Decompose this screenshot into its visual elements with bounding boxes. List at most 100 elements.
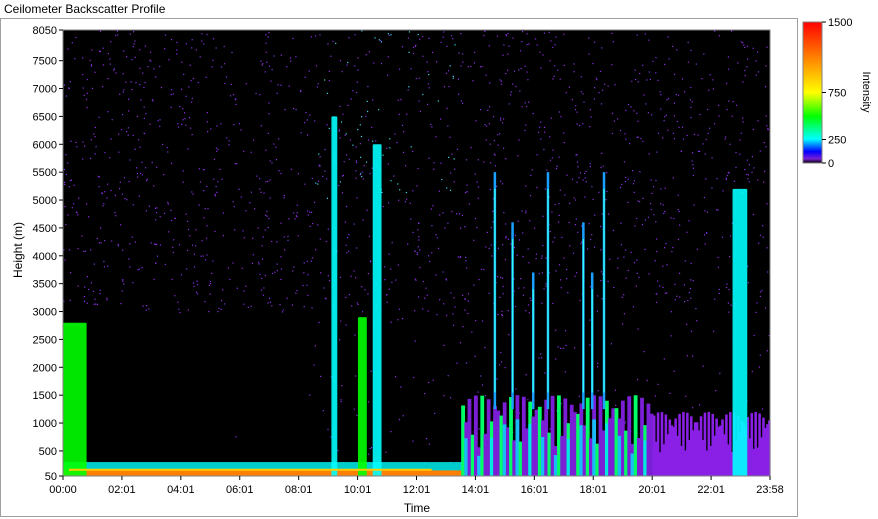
noise-speckle: [522, 232, 524, 234]
feature-early-residual-plume: [63, 322, 87, 476]
noise-speckle: [131, 236, 133, 238]
noise-speckle: [159, 244, 161, 246]
noise-speckle: [493, 153, 495, 155]
noise-speckle: [483, 161, 485, 163]
noise-speckle: [464, 226, 466, 228]
noise-speckle: [541, 257, 543, 259]
noise-speckle: [505, 223, 507, 225]
noise-speckle: [173, 239, 175, 241]
noise-speckle: [387, 33, 389, 35]
noise-speckle: [655, 221, 657, 223]
noise-speckle: [579, 172, 582, 174]
noise-speckle: [501, 361, 503, 363]
noise-speckle: [107, 78, 109, 80]
noise-speckle: [636, 259, 638, 261]
y-tick-label: 5500: [33, 167, 57, 179]
noise-speckle: [579, 299, 581, 302]
noise-speckle: [217, 311, 219, 313]
noise-speckle: [728, 311, 730, 313]
noise-speckle: [577, 231, 579, 233]
noise-speckle: [303, 262, 305, 264]
noise-speckle: [172, 93, 174, 95]
noise-speckle: [733, 180, 735, 182]
noise-speckle: [639, 72, 641, 75]
noise-speckle: [703, 234, 706, 236]
noise-speckle: [209, 280, 211, 283]
noise-speckle: [526, 71, 528, 73]
x-tick-label: 06:01: [226, 484, 254, 496]
noise-speckle: [716, 209, 718, 211]
noise-speckle: [611, 132, 614, 135]
noise-speckle: [744, 46, 746, 48]
noise-speckle: [732, 101, 734, 103]
noise-speckle: [742, 117, 744, 119]
noise-speckle: [268, 32, 270, 34]
y-tick-label: 3000: [33, 307, 57, 319]
noise-speckle: [96, 237, 98, 240]
noise-speckle: [408, 51, 410, 53]
noise-speckle: [304, 183, 306, 185]
noise-speckle: [140, 172, 142, 174]
noise-speckle: [426, 61, 428, 63]
noise-speckle: [681, 126, 684, 128]
noise-speckle: [687, 61, 689, 63]
noise-speckle: [206, 121, 208, 123]
noise-speckle: [431, 252, 433, 254]
noise-speckle: [530, 299, 532, 301]
noise-speckle: [192, 282, 195, 284]
noise-speckle: [176, 53, 178, 55]
noise-speckle: [655, 301, 658, 303]
noise-speckle: [89, 157, 92, 160]
noise-speckle: [462, 294, 464, 297]
noise-speckle: [702, 365, 704, 367]
noise-speckle: [504, 367, 506, 369]
x-tick-label: 23:58: [756, 484, 784, 496]
noise-speckle: [154, 207, 157, 209]
noise-speckle: [582, 123, 584, 125]
noise-speckle: [578, 177, 580, 179]
feature-surface-trace: [68, 468, 432, 471]
noise-speckle: [663, 120, 665, 122]
y-tick-label: 4000: [33, 251, 57, 263]
noise-speckle: [328, 279, 331, 282]
noise-speckle: [692, 407, 694, 409]
noise-speckle: [184, 112, 186, 114]
noise-speckle: [643, 94, 645, 96]
noise-speckle: [155, 219, 157, 221]
noise-speckle: [223, 45, 225, 48]
noise-speckle: [395, 279, 397, 281]
noise-speckle: [143, 132, 145, 134]
noise-speckle: [740, 41, 743, 43]
noise-speckle: [354, 34, 356, 36]
noise-speckle: [159, 216, 161, 218]
noise-speckle: [84, 286, 86, 288]
noise-speckle: [403, 131, 405, 133]
noise-speckle: [527, 248, 529, 250]
noise-speckle: [637, 378, 639, 381]
noise-speckle: [347, 237, 349, 239]
noise-speckle: [187, 148, 189, 150]
noise-speckle: [715, 390, 717, 392]
noise-speckle: [574, 224, 577, 226]
noise-speckle: [428, 157, 430, 159]
noise-speckle: [367, 86, 369, 88]
noise-speckle: [415, 44, 417, 46]
noise-speckle: [69, 81, 71, 83]
noise-speckle: [497, 247, 499, 249]
noise-speckle: [699, 113, 701, 116]
noise-speckle: [405, 191, 407, 194]
noise-speckle: [291, 304, 294, 306]
noise-speckle: [362, 311, 364, 313]
noise-speckle: [527, 399, 529, 401]
noise-speckle: [393, 175, 395, 177]
noise-speckle: [746, 173, 748, 175]
noise-speckle: [653, 214, 655, 216]
noise-speckle: [397, 319, 399, 321]
noise-speckle: [279, 304, 281, 306]
noise-speckle: [368, 401, 370, 403]
noise-speckle: [587, 248, 589, 250]
noise-speckle: [422, 280, 424, 283]
noise-speckle: [264, 229, 266, 231]
noise-speckle: [563, 257, 565, 259]
noise-speckle: [419, 110, 421, 112]
